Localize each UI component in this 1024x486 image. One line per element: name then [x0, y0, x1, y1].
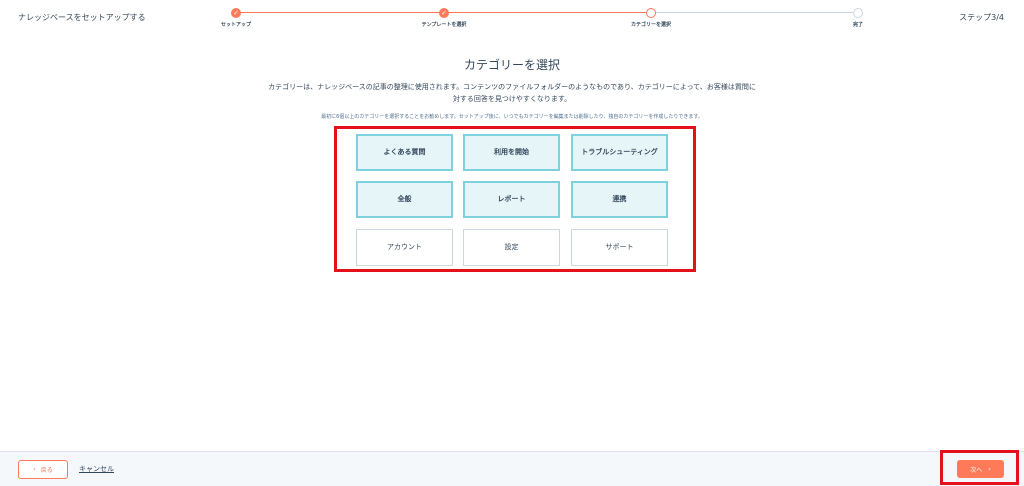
step-label: 完了: [852, 22, 863, 28]
top-bar: ナレッジベースをセットアップする ✓ セットアップ ✓ テンプレートを選択 カテ…: [0, 0, 1024, 36]
app-title: ナレッジベースをセットアップする: [18, 13, 146, 22]
chevron-right-icon: ›: [988, 465, 991, 473]
step-label: テンプレートを選択: [421, 22, 467, 28]
next-button[interactable]: 次へ ›: [957, 460, 1004, 478]
category-card[interactable]: 連携: [571, 181, 668, 218]
category-card[interactable]: 利用を開始: [463, 134, 560, 171]
chevron-left-icon: ‹: [33, 466, 36, 473]
next-button-label: 次へ: [970, 466, 983, 474]
step-current-icon: [646, 8, 656, 18]
category-card[interactable]: トラブルシューティング: [571, 134, 668, 171]
step-complete-icon: ✓: [231, 8, 241, 18]
category-card[interactable]: 全般: [356, 181, 453, 218]
page-title: カテゴリーを選択: [463, 58, 560, 72]
cancel-link[interactable]: キャンセル: [79, 464, 114, 474]
back-button-label: 戻る: [40, 467, 53, 474]
category-card[interactable]: サポート: [571, 229, 668, 266]
step-label: カテゴリーを選択: [630, 22, 671, 28]
category-card[interactable]: レポート: [463, 181, 560, 218]
progress-stepper: ✓ セットアップ ✓ テンプレートを選択 カテゴリーを選択 完了: [221, 8, 863, 32]
page-description: カテゴリーは、ナレッジベースの記事の整理に使用されます。コンテンツのファイルフォ…: [268, 83, 756, 103]
category-card[interactable]: よくある質問: [356, 134, 453, 171]
step-pending-icon: [853, 8, 863, 18]
step-count: ステップ3/4: [959, 13, 1004, 22]
step-complete-icon: ✓: [439, 8, 449, 18]
category-card[interactable]: 設定: [463, 229, 560, 266]
page-hint: 最初に6個以上のカテゴリーを選択することをお勧めします。セットアップ後に、いつで…: [321, 114, 703, 120]
back-button[interactable]: ‹ 戻る: [18, 460, 68, 479]
footer-bar: ‹ 戻る キャンセル: [0, 451, 1024, 486]
stepper-track-remaining: [651, 12, 858, 13]
step-label: セットアップ: [220, 22, 251, 28]
category-card[interactable]: アカウント: [356, 229, 453, 266]
